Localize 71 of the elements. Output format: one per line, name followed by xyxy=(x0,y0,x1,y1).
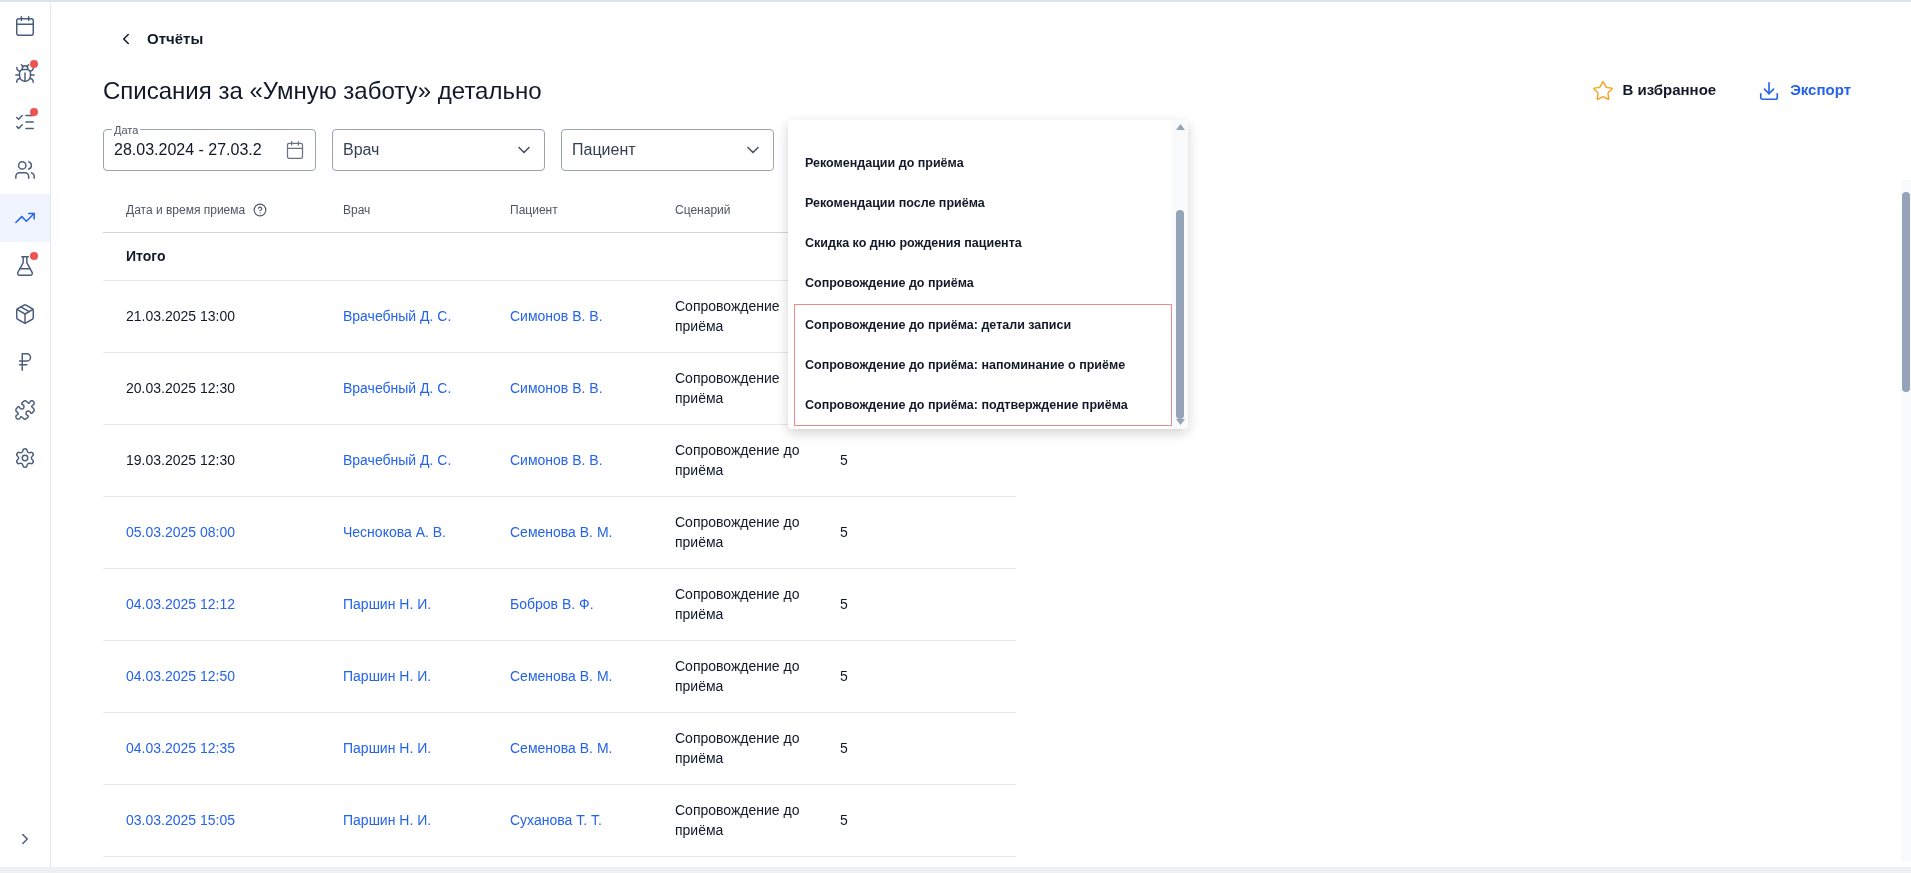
doctor-link[interactable]: Врачебный Д. С. xyxy=(343,305,452,327)
count-cell-text: 5 xyxy=(840,450,849,470)
dropdown-option[interactable]: Скидка ко дню рождения пациента xyxy=(795,223,1171,263)
patient-link[interactable]: Семенова В. М. xyxy=(510,665,613,687)
patient-link[interactable]: Бобров В. Ф. xyxy=(510,593,594,615)
date-cell-text: 19.03.2025 12:30 xyxy=(126,450,236,470)
download-icon xyxy=(1758,79,1781,102)
count-cell-text: 5 xyxy=(840,522,849,542)
scenario-cell: Сопровождение приёма xyxy=(675,370,780,406)
dropdown-option[interactable]: Сопровождение до приёма: детали записи xyxy=(795,305,1171,345)
patient-link[interactable]: Симонов В. В. xyxy=(510,305,603,327)
column-header: Дата и время приема xyxy=(126,202,246,219)
page-title: Списания за «Умную заботу» детально xyxy=(103,75,542,106)
bug-icon xyxy=(14,63,36,85)
doctor-link[interactable]: Паршин Н. И. xyxy=(343,665,432,687)
count-cell-text: 5 xyxy=(840,594,849,614)
users-icon xyxy=(14,159,36,181)
scenario-cell: Сопровождение до приёма xyxy=(675,442,800,478)
date-range-value: 28.03.2024 - 27.03.2 xyxy=(114,139,263,160)
patient-link[interactable]: Семенова В. М. xyxy=(510,737,613,759)
patient-link[interactable]: Симонов В. В. xyxy=(510,449,603,471)
doctor-link[interactable]: Паршин Н. И. xyxy=(343,737,432,759)
puzzle-icon xyxy=(14,399,36,421)
date-cell[interactable]: 04.03.2025 12:12 xyxy=(126,593,343,615)
count-cell-text: 5 xyxy=(840,738,849,758)
patient-link[interactable]: Семенова В. М. xyxy=(510,521,613,543)
date-cell-text: 21.03.2025 13:00 xyxy=(126,306,236,326)
sidebar-item[interactable] xyxy=(0,194,50,242)
date-cell[interactable]: 04.03.2025 12:35 xyxy=(126,737,343,759)
doctor-link[interactable]: Врачебный Д. С. xyxy=(343,377,452,399)
scroll-thumb[interactable] xyxy=(1902,192,1910,392)
settings-icon xyxy=(14,447,36,469)
column-header: Пациент xyxy=(510,202,558,219)
date-cell[interactable]: 04.03.2025 12:50 xyxy=(126,665,343,687)
doctor-link[interactable]: Чеснокова А. В. xyxy=(343,521,446,543)
scroll-up-icon[interactable] xyxy=(1175,124,1185,130)
calendar-icon xyxy=(285,139,305,160)
dropdown-option[interactable]: Рекомендации до приёма xyxy=(795,143,1171,183)
dropdown-option[interactable]: Сопровождение до приёма xyxy=(795,263,1171,303)
scenario-cell: Сопровождение до приёма xyxy=(675,514,800,550)
column-header: Сценарий xyxy=(675,202,731,219)
patient-select[interactable]: Пациент xyxy=(561,128,774,171)
column-header: Врач xyxy=(343,202,371,219)
back-link[interactable]: Отчёты xyxy=(117,28,204,51)
patient-link[interactable]: Суханова Т. Т. xyxy=(510,809,602,831)
doctor-link[interactable]: Паршин Н. И. xyxy=(343,809,432,831)
scenario-cell: Сопровождение до приёма xyxy=(675,730,800,766)
scenario-cell: Сопровождение до приёма xyxy=(675,586,800,622)
patient-link[interactable]: Симонов В. В. xyxy=(510,377,603,399)
date-cell[interactable]: 05.03.2025 08:00 xyxy=(126,521,343,543)
scenario-cell: Сопровождение до приёма xyxy=(675,802,800,838)
count-cell-text: 5 xyxy=(840,810,849,830)
date-cell[interactable]: 03.03.2025 15:05 xyxy=(126,809,343,831)
doctor-select[interactable]: Врач xyxy=(332,128,545,171)
scenario-cell: Сопровождение приёма xyxy=(675,298,780,334)
count-cell-text: 5 xyxy=(840,666,849,686)
doctor-link[interactable]: Врачебный Д. С. xyxy=(343,449,452,471)
dropdown-option[interactable]: Сопровождение до приёма: подтверждение приёма xyxy=(795,385,1171,425)
scenario-cell: Сопровождение до приёма xyxy=(675,658,800,694)
star-icon xyxy=(1592,79,1615,102)
date-cell-text: 20.03.2025 12:30 xyxy=(126,378,236,398)
flask-icon xyxy=(14,255,36,277)
export-button[interactable]: Экспорт xyxy=(1758,79,1851,102)
help-icon xyxy=(253,203,268,217)
dropdown-option[interactable]: Рекомендации после приёма xyxy=(795,183,1171,223)
calendar-icon xyxy=(14,15,36,37)
doctor-link[interactable]: Паршин Н. И. xyxy=(343,593,432,615)
favorite-button[interactable]: В избранное xyxy=(1592,79,1717,102)
box-icon xyxy=(14,303,36,325)
total-label: Итого xyxy=(126,246,166,266)
dropdown-option[interactable]: Сопровождение до приёма: напоминание о приёме xyxy=(795,345,1171,385)
